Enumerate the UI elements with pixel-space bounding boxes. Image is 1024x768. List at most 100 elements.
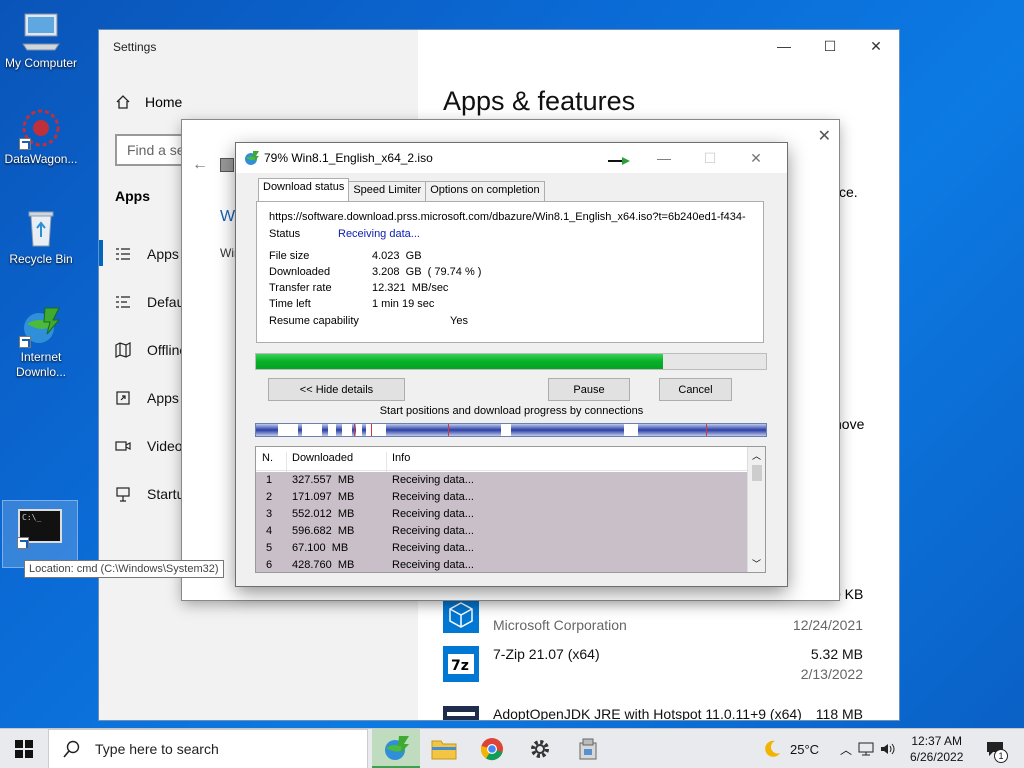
row-downloaded: 552.012 MB [292,508,355,520]
maximize-button[interactable]: ☐ [687,147,733,169]
row-info: Receiving data... [392,525,474,537]
minimize-button[interactable]: — [761,30,807,62]
installer-icon [579,738,597,760]
desktop-icon-my-computer[interactable]: My Computer [0,10,82,71]
settings-caption-buttons: — ☐ ✕ [761,30,899,62]
taskbar: Type here to search 25°C ︿ 12:37 AM 6/26… [0,728,1024,768]
nav-item-default-apps[interactable]: Defau [115,294,184,310]
taskbar-app-idm[interactable] [372,729,420,768]
gear-icon [531,740,549,758]
table-row[interactable]: 6 428.760 MB Receiving data... [256,557,748,572]
table-row[interactable]: 2 171.097 MB Receiving data... [256,489,748,506]
table-row[interactable]: 4 596.682 MB Receiving data... [256,523,748,540]
clock-time: 12:37 AM [911,734,963,748]
tab-download-status[interactable]: Download status [258,178,350,201]
idm-titlebar: 79% Win8.1_English_x64_2.iso — ☐ ✕ [236,143,787,173]
nav-item-startup[interactable]: Startu [115,486,184,502]
row-n: 1 [266,474,273,486]
close-button[interactable]: ✕ [733,147,779,169]
svg-text:7z: 7z [451,658,469,674]
desktop-icon-datawagon[interactable]: DataWagon... [0,106,82,167]
row-downloaded: 327.557 MB [292,474,355,486]
app-publisher: Microsoft Corporation [493,617,627,633]
dialog-close-icon[interactable]: ✕ [818,126,831,146]
column-header-n[interactable]: N. [262,452,273,464]
apps-list-icon [116,248,130,260]
maximize-button[interactable]: ☐ [807,30,853,62]
nav-item-apps-websites[interactable]: Apps [115,390,179,406]
row-downloaded: 596.682 MB [292,525,355,537]
connections-progress-bar [255,423,767,437]
idm-window-title: 79% Win8.1_English_x64_2.iso [264,151,433,165]
nav-item-apps-features[interactable]: Apps [115,246,179,262]
cancel-button[interactable]: Cancel [659,378,732,401]
row-info: Receiving data... [392,542,474,554]
close-button[interactable]: ✕ [853,30,899,62]
nav-item-offline-maps[interactable]: Offline [115,342,187,358]
tab-speed-limiter[interactable]: Speed Limiter [348,181,427,201]
notification-center-button[interactable]: 1 [980,729,1010,768]
location-tooltip: Location: cmd (C:\Windows\System32) [24,560,224,578]
nav-item-label: Startu [147,486,185,502]
app-date: 2/13/2022 [800,666,863,682]
desktop-icon-idm[interactable]: Internet Downlo... [0,304,82,380]
table-row[interactable]: 1 327.557 MB Receiving data... [256,472,748,489]
minimize-button[interactable]: — [641,147,687,169]
app-name: AdoptOpenJDK JRE with Hotspot 11.0.11+9 … [493,706,802,720]
settings-home-link[interactable]: Home [115,94,182,110]
desktop-icon-recycle-bin[interactable]: Recycle Bin [0,206,82,267]
start-button[interactable] [0,729,48,768]
row-downloaded: 171.097 MB [292,491,355,503]
offline-maps-icon [115,342,131,358]
column-header-downloaded[interactable]: Downloaded [292,452,353,464]
nav-item-video-playback[interactable]: Video [115,438,183,454]
row-n: 3 [266,508,273,520]
app-size: 118 MB [815,706,863,720]
shortcut-arrow-icon [19,138,31,150]
taskbar-app-installer[interactable] [564,729,612,768]
download-url: https://software.download.prss.microsoft… [269,211,746,223]
taskbar-app-chrome[interactable] [468,729,516,768]
chrome-icon [480,738,503,761]
desktop-icon-label: Recycle Bin [9,252,73,266]
desktop-icon-label: DataWagon... [4,152,78,166]
tab-options-on-completion[interactable]: Options on completion [425,181,545,201]
field-label: Downloaded [269,266,331,278]
table-row[interactable]: 5 67.100 MB Receiving data... [256,540,748,557]
row-downloaded: 67.100 MB [292,542,349,554]
dialog-app-icon [220,158,234,172]
resume-label: Resume capability [269,315,359,327]
table-row[interactable]: 3 552.012 MB Receiving data... [256,506,748,523]
clock[interactable]: 12:37 AM 6/26/2022 [910,729,963,768]
column-header-info[interactable]: Info [392,452,410,464]
volume-icon[interactable] [880,742,896,756]
taskbar-search-box[interactable]: Type here to search [48,729,368,768]
row-n: 6 [266,559,273,571]
dialog-heading: W [220,208,236,225]
connections-table: N. Downloaded Info 1 327.557 MB Receivin… [255,446,766,573]
weather-widget[interactable]: 25°C [762,729,819,768]
hide-details-button[interactable]: << Hide details [268,378,405,401]
windows-logo-icon [15,740,33,758]
connections-rows: 1 327.557 MB Receiving data... 2 171.097… [256,472,748,572]
app-list-item[interactable]: Microsoft Corporation 12/24/2021 [443,595,873,639]
taskbar-app-file-explorer[interactable] [420,729,468,768]
app-date: 12/24/2021 [792,617,863,633]
scroll-up-icon[interactable]: ︿ [752,449,761,462]
chevron-up-icon[interactable]: ︿ [840,741,852,758]
desktop-icon-cmd[interactable]: C:\_ [2,500,78,568]
nav-item-label: Defau [147,294,185,310]
row-info: Receiving data... [392,508,474,520]
app-list-item[interactable]: 7z 7-Zip 21.07 (x64) 5.32 MB 2/13/2022 [443,644,873,688]
table-scrollbar[interactable]: ︿ ﹀ [747,447,765,572]
notification-count-badge: 1 [994,749,1008,763]
row-info: Receiving data... [392,474,474,486]
back-arrow-icon[interactable]: ← [192,156,208,174]
folder-icon [431,740,457,760]
scrollbar-thumb[interactable] [752,465,762,481]
pause-button[interactable]: Pause [548,378,630,401]
taskbar-app-settings[interactable] [516,729,564,768]
network-icon[interactable] [858,742,874,756]
scroll-down-icon[interactable]: ﹀ [752,557,761,570]
app-list-item[interactable]: AdoptOpenJDK JRE with Hotspot 11.0.11+9 … [443,704,873,720]
